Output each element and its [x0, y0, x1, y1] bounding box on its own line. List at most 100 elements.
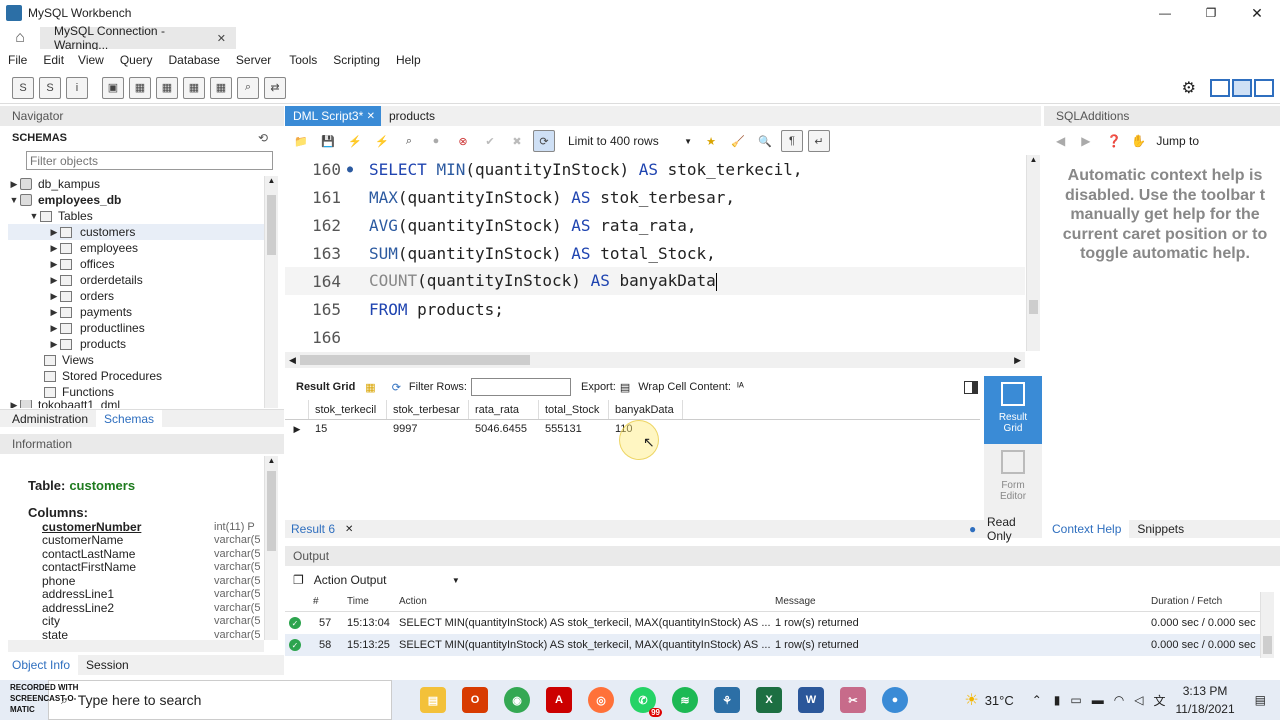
snipping-tool-icon[interactable]: ✂: [840, 687, 866, 713]
result-grid[interactable]: stok_terkecil stok_terbesar rata_rata to…: [285, 400, 980, 518]
weather-icon[interactable]: ☀: [964, 690, 978, 710]
expand-arrow-icon[interactable]: ▶: [48, 307, 60, 318]
scroll-up-icon[interactable]: ▲: [265, 456, 278, 465]
schema-tokobaatt1-dml[interactable]: ▶ tokobaatt1_dml: [8, 400, 264, 408]
result-grid-side-button[interactable]: Result Grid: [984, 376, 1042, 444]
close-button[interactable]: ✕: [1234, 0, 1280, 26]
execute-current-icon[interactable]: ⚡: [371, 130, 393, 152]
tab-snippets[interactable]: Snippets: [1129, 522, 1192, 536]
expand-arrow-icon[interactable]: ▶: [48, 259, 60, 270]
display-icon[interactable]: ▭: [1070, 693, 1081, 707]
scroll-thumb[interactable]: [1029, 300, 1038, 314]
word-icon[interactable]: W: [798, 687, 824, 713]
form-editor-side-button[interactable]: Form Editor: [984, 444, 1042, 512]
minimize-button[interactable]: —: [1142, 0, 1188, 26]
scroll-left-icon[interactable]: ◀: [285, 355, 300, 366]
wrap-lines-icon[interactable]: ↵: [808, 130, 830, 152]
menu-edit[interactable]: Edit: [43, 53, 64, 67]
result-grid-label[interactable]: Result Grid: [296, 381, 355, 393]
procedures-folder[interactable]: Stored Procedures: [8, 368, 264, 384]
find-icon[interactable]: 🔍: [754, 130, 776, 152]
excel-icon[interactable]: X: [756, 687, 782, 713]
language-icon[interactable]: 文: [1153, 692, 1165, 709]
context-help-icon[interactable]: ❓: [1106, 134, 1121, 148]
wifi-icon[interactable]: ◠: [1114, 693, 1124, 707]
beautify-icon[interactable]: 🧹: [727, 130, 749, 152]
information-scrollbar[interactable]: ▲: [264, 456, 278, 640]
maximize-button[interactable]: ❐: [1188, 0, 1234, 26]
notification-center-icon[interactable]: ▤: [1255, 693, 1266, 707]
inspector-icon[interactable]: i: [66, 76, 88, 99]
menu-file[interactable]: File: [8, 53, 27, 67]
back-icon[interactable]: ◀: [1056, 134, 1065, 148]
grid-cell[interactable]: 9997: [387, 420, 469, 438]
new-sql-tab-icon[interactable]: S: [12, 76, 34, 99]
close-tab-icon[interactable]: ✕: [345, 524, 353, 535]
grid-cell[interactable]: 5046.6455: [469, 420, 539, 438]
toggle-sidebar-icon[interactable]: [1210, 79, 1230, 97]
expand-arrow-icon[interactable]: ▶: [48, 323, 60, 334]
output-row[interactable]: ✓ 57 15:13:04 SELECT MIN(quantityInStock)…: [285, 612, 1260, 634]
tab-schemas[interactable]: Schemas: [96, 409, 163, 428]
expand-arrow-icon[interactable]: ▶: [48, 243, 60, 254]
firefox-icon[interactable]: ◎: [588, 687, 614, 713]
scroll-thumb[interactable]: [299, 355, 530, 365]
temperature-label[interactable]: 31°C: [985, 693, 1014, 708]
navigator-scrollbar[interactable]: ▲: [264, 176, 278, 408]
expand-arrow-icon[interactable]: ▶: [48, 275, 60, 286]
table-item-payments[interactable]: ▶ payments: [8, 304, 264, 320]
tables-folder[interactable]: ▼ Tables: [8, 208, 264, 224]
menu-help[interactable]: Help: [396, 53, 421, 67]
home-icon[interactable]: ⌂: [0, 29, 40, 47]
scroll-thumb[interactable]: [1263, 636, 1272, 654]
create-schema-icon[interactable]: ▣: [102, 76, 124, 99]
file-explorer-icon[interactable]: ▤: [420, 687, 446, 713]
column-header[interactable]: stok_terkecil: [309, 400, 387, 419]
forward-icon[interactable]: ▶: [1081, 134, 1090, 148]
whatsapp-icon[interactable]: ✆ 99: [630, 687, 662, 717]
menu-query[interactable]: Query: [120, 53, 153, 67]
toggle-error-icon[interactable]: ⊗: [452, 130, 474, 152]
spotify-icon[interactable]: ≋: [672, 687, 698, 713]
expand-arrow-icon[interactable]: ▶: [8, 400, 20, 408]
tab-context-help[interactable]: Context Help: [1044, 520, 1130, 538]
expand-arrow-icon[interactable]: ▶: [48, 291, 60, 302]
close-tab-icon[interactable]: ✕: [367, 111, 375, 122]
manual-help-icon[interactable]: ✋: [1131, 134, 1146, 148]
expand-arrow-icon[interactable]: ▶: [8, 179, 20, 190]
views-folder[interactable]: Views: [8, 352, 264, 368]
table-item-orders[interactable]: ▶ orders: [8, 288, 264, 304]
tab-dml-script3[interactable]: DML Script3* ✕: [285, 106, 381, 126]
expand-arrow-icon[interactable]: ▶: [48, 339, 60, 350]
table-item-products[interactable]: ▶ products: [8, 336, 264, 352]
reconnect-icon[interactable]: ⇄: [264, 76, 286, 99]
close-tab-icon[interactable]: ✕: [217, 32, 226, 45]
toggle-additions-icon[interactable]: [1254, 79, 1274, 97]
open-sql-file-icon[interactable]: S: [39, 76, 61, 99]
row-selector-icon[interactable]: ▶: [285, 424, 309, 435]
chevron-up-icon[interactable]: ⌃: [1032, 693, 1042, 707]
tab-result-6[interactable]: Result 6: [285, 522, 335, 536]
table-item-productlines[interactable]: ▶ productlines: [8, 320, 264, 336]
schema-db-kampus[interactable]: ▶ db_kampus: [8, 176, 264, 192]
tab-session[interactable]: Session: [78, 658, 137, 672]
refresh-icon[interactable]: ⟲: [258, 131, 268, 145]
menu-scripting[interactable]: Scripting: [333, 53, 380, 67]
chrome-icon[interactable]: ◉: [504, 687, 530, 713]
sql-editor[interactable]: 160 ● SELECT MIN(quantityInStock) AS stok_…: [285, 155, 1025, 351]
grid-cell[interactable]: 555131: [539, 420, 609, 438]
column-header[interactable]: stok_terbesar: [387, 400, 469, 419]
screen-recorder-icon[interactable]: ●: [882, 687, 908, 713]
limit-rows-select[interactable]: Limit to 400 rows ▼: [568, 134, 692, 148]
information-hscroll[interactable]: [8, 640, 264, 652]
output-type-select[interactable]: Action Output ▼: [314, 573, 460, 587]
column-header[interactable]: banyakData: [609, 400, 683, 419]
create-function-icon[interactable]: ▦: [210, 76, 232, 99]
acrobat-icon[interactable]: A: [546, 687, 572, 713]
search-table-data-icon[interactable]: ⌕: [237, 76, 259, 99]
battery-icon[interactable]: ▬: [1092, 693, 1104, 707]
column-header[interactable]: rata_rata: [469, 400, 539, 419]
jump-to-label[interactable]: Jump to: [1156, 134, 1199, 148]
grid-cell[interactable]: 15: [309, 420, 387, 438]
menu-database[interactable]: Database: [169, 53, 220, 67]
